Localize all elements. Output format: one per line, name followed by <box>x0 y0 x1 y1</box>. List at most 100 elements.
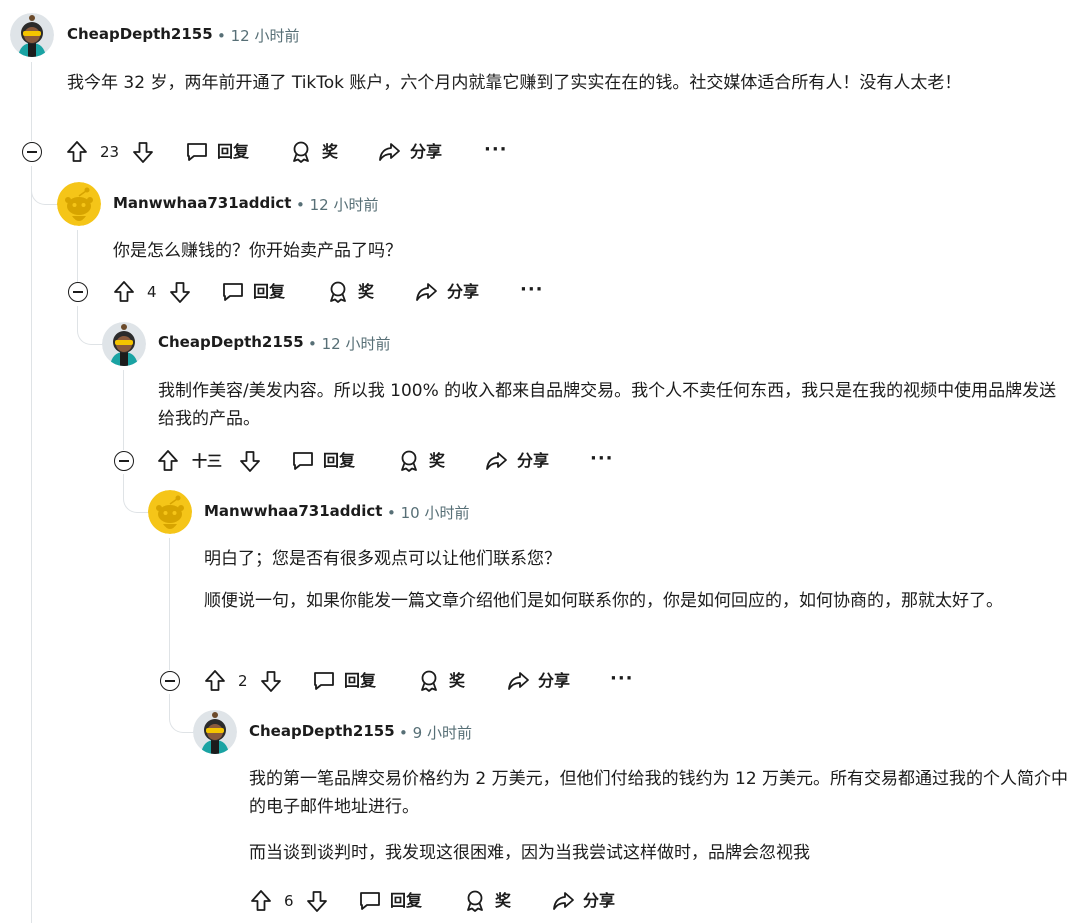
action-row: 2 回复 奖 分享 ··· <box>0 668 650 694</box>
downvote-icon[interactable] <box>237 448 263 474</box>
award-icon[interactable] <box>396 448 422 474</box>
snoo-avatar-icon <box>57 182 101 226</box>
share-icon[interactable] <box>505 668 531 694</box>
separator: • <box>399 724 408 742</box>
share-button[interactable]: 分享 <box>517 448 549 474</box>
reply-icon[interactable] <box>220 279 246 305</box>
action-row: 23 回复 奖 分享 ··· <box>0 139 520 165</box>
award-button[interactable]: 奖 <box>449 668 465 694</box>
upvote-icon[interactable] <box>64 139 90 165</box>
reply-icon[interactable] <box>290 448 316 474</box>
reply-icon[interactable] <box>357 888 383 914</box>
username[interactable]: Manwwhaa731addict <box>113 194 291 212</box>
vote-count: 4 <box>147 283 157 301</box>
avatar[interactable] <box>102 322 146 366</box>
upvote-icon[interactable] <box>111 279 137 305</box>
comment-body: 我制作美容/美发内容。所以我 100% 的收入都来自品牌交易。我个人不卖任何东西… <box>158 377 1070 433</box>
timestamp[interactable]: • 12 小时前 <box>308 333 391 354</box>
award-button[interactable]: 奖 <box>322 139 338 165</box>
more-options-button[interactable]: ··· <box>520 279 544 301</box>
collapse-button[interactable] <box>68 282 88 302</box>
thread-line <box>169 538 170 670</box>
downvote-icon[interactable] <box>258 668 284 694</box>
upvote-icon[interactable] <box>202 668 228 694</box>
collapse-button[interactable] <box>160 671 180 691</box>
award-icon[interactable] <box>462 888 488 914</box>
share-icon[interactable] <box>413 279 439 305</box>
cheap-avatar-icon <box>10 13 54 57</box>
comment-paragraph: 我制作美容/美发内容。所以我 100% 的收入都来自品牌交易。我个人不卖任何东西… <box>158 381 1057 429</box>
award-button[interactable]: 奖 <box>429 448 445 474</box>
separator: • <box>387 504 396 522</box>
time-text: 12 小时前 <box>309 196 379 214</box>
thread-connector <box>77 306 104 345</box>
reply-icon[interactable] <box>184 139 210 165</box>
username[interactable]: Manwwhaa731addict <box>204 502 382 520</box>
cheap-avatar-icon <box>102 322 146 366</box>
share-icon[interactable] <box>376 139 402 165</box>
avatar[interactable] <box>193 710 237 754</box>
username[interactable]: CheapDepth2155 <box>249 722 395 740</box>
comment-paragraph: 你是怎么赚钱的？你开始卖产品了吗？ <box>113 241 402 261</box>
award-button[interactable]: 奖 <box>358 279 374 305</box>
separator: • <box>308 335 317 353</box>
avatar[interactable] <box>148 490 192 534</box>
comment-paragraph: 明白了；您是否有很多观点可以让他们联系您？ <box>204 549 561 569</box>
timestamp[interactable]: • 10 小时前 <box>387 502 470 523</box>
thread-line <box>123 370 124 450</box>
thread-line <box>77 230 78 282</box>
more-options-button[interactable]: ··· <box>610 668 634 690</box>
vote-count: 2 <box>238 672 248 690</box>
vote-count: 十三 <box>192 452 223 470</box>
username[interactable]: CheapDepth2155 <box>67 25 213 43</box>
time-text: 10 小时前 <box>400 504 470 522</box>
timestamp[interactable]: • 9 小时前 <box>399 722 472 743</box>
share-button[interactable]: 分享 <box>447 279 479 305</box>
share-button[interactable]: 分享 <box>538 668 570 694</box>
reply-button[interactable]: 回复 <box>344 668 376 694</box>
separator: • <box>217 27 226 45</box>
avatar[interactable] <box>10 13 54 57</box>
timestamp[interactable]: • 12 小时前 <box>217 25 300 46</box>
comment-paragraph: 我今年 32 岁，两年前开通了 TikTok 账户，六个月内就靠它赚到了实实在在… <box>67 73 962 93</box>
collapse-button[interactable] <box>22 142 42 162</box>
share-icon[interactable] <box>550 888 576 914</box>
collapse-button[interactable] <box>114 451 134 471</box>
more-options-button[interactable]: ··· <box>484 139 508 161</box>
thread-line <box>31 62 32 141</box>
award-icon[interactable] <box>288 139 314 165</box>
upvote-icon[interactable] <box>248 888 274 914</box>
comment-paragraph: 顺便说一句，如果你能发一篇文章介绍他们是如何联系你的，你是如何回应的，如何协商的… <box>204 591 1003 611</box>
avatar[interactable] <box>57 182 101 226</box>
username[interactable]: CheapDepth2155 <box>158 333 304 351</box>
thread-connector <box>123 474 150 513</box>
share-button[interactable]: 分享 <box>583 888 615 914</box>
thread-connector <box>31 178 58 205</box>
share-icon[interactable] <box>483 448 509 474</box>
separator: • <box>296 196 305 214</box>
reply-button[interactable]: 回复 <box>390 888 422 914</box>
upvote-icon[interactable] <box>155 448 181 474</box>
share-button[interactable]: 分享 <box>410 139 442 165</box>
more-options-button[interactable]: ··· <box>590 448 614 470</box>
downvote-icon[interactable] <box>304 888 330 914</box>
downvote-icon[interactable] <box>167 279 193 305</box>
comment-body: 我今年 32 岁，两年前开通了 TikTok 账户，六个月内就靠它赚到了实实在在… <box>67 69 1067 97</box>
timestamp[interactable]: • 12 小时前 <box>296 194 379 215</box>
action-row: 6 回复 奖 分享 <box>0 888 640 914</box>
action-row: 4 回复 奖 分享 ··· <box>0 279 560 305</box>
reply-icon[interactable] <box>311 668 337 694</box>
comment-body: 明白了；您是否有很多观点可以让他们联系您？ 顺便说一句，如果你能发一篇文章介绍他… <box>204 545 1070 615</box>
vote-count: 6 <box>284 892 294 910</box>
time-text: 12 小时前 <box>230 27 300 45</box>
award-button[interactable]: 奖 <box>495 888 511 914</box>
time-text: 9 小时前 <box>412 724 472 742</box>
reply-button[interactable]: 回复 <box>253 279 285 305</box>
time-text: 12 小时前 <box>321 335 391 353</box>
downvote-icon[interactable] <box>130 139 156 165</box>
award-icon[interactable] <box>325 279 351 305</box>
reply-button[interactable]: 回复 <box>323 448 355 474</box>
thread-connector <box>169 694 196 733</box>
reply-button[interactable]: 回复 <box>217 139 249 165</box>
award-icon[interactable] <box>416 668 442 694</box>
